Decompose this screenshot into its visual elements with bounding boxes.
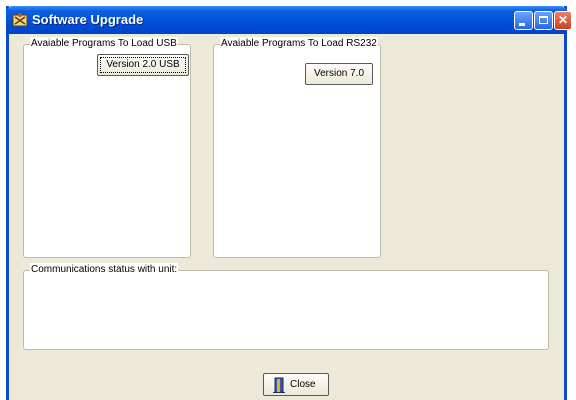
usb-group-label: Avaiable Programs To Load USB [30,37,178,51]
rs232-group-label: Avaiable Programs To Load RS232 [220,37,378,51]
usb-version-button[interactable]: Version 2.0 USB [97,54,189,76]
close-button-label: Close [290,379,316,390]
status-group-label: Communications status with unit: [30,263,179,277]
close-icon: ✕ [557,13,569,27]
close-window-button[interactable]: ✕ [554,11,572,30]
minimize-button[interactable] [514,11,533,30]
door-icon [273,377,285,393]
rs232-programs-group: Avaiable Programs To Load RS232 Version … [213,37,381,258]
close-button[interactable]: Close [263,373,329,396]
maximize-button[interactable] [534,11,553,30]
window-title: Software Upgrade [32,12,144,27]
title-bar[interactable]: Software Upgrade ✕ [6,6,572,34]
communications-status-group: Communications status with unit: [23,263,549,350]
maximize-icon [539,16,548,24]
app-icon [12,13,28,27]
rs232-version-button[interactable]: Version 7.0 [305,63,373,85]
usb-programs-group: Avaiable Programs To Load USB Version 2.… [23,37,191,258]
minimize-icon [519,23,525,26]
